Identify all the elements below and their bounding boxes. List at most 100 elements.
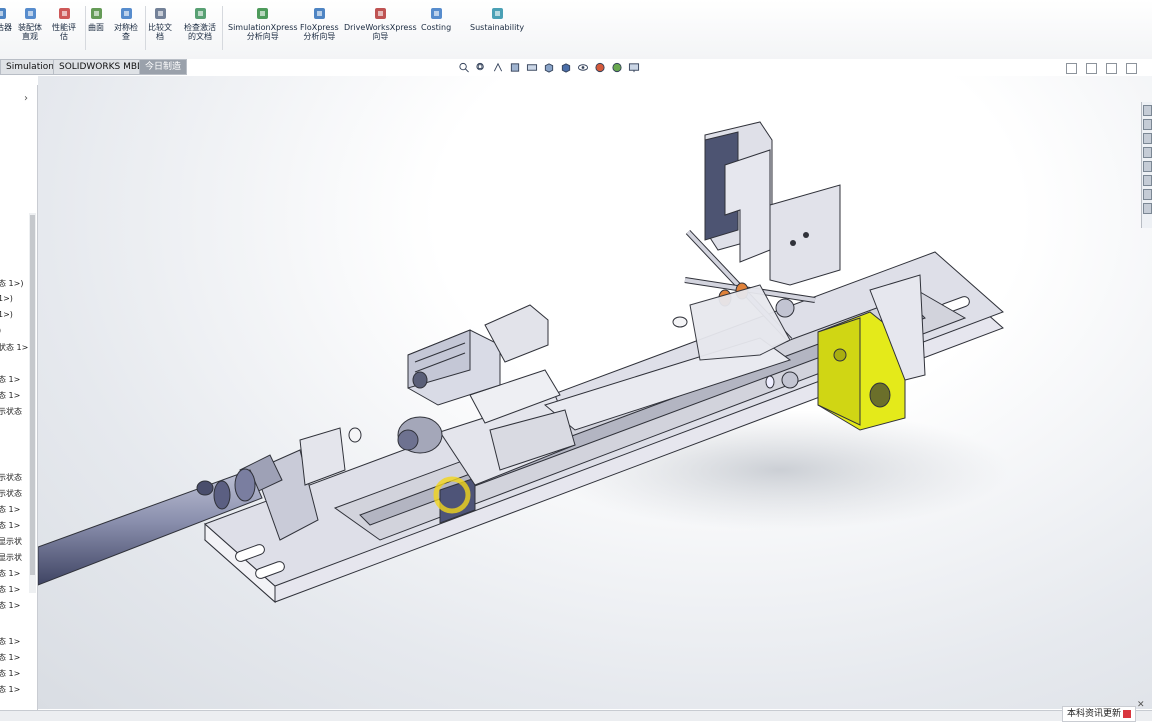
ribbon-button-floxpress[interactable]: FloXpress 分析向导	[300, 6, 339, 41]
ribbon-button-label: 评估器	[0, 23, 12, 32]
tile-horizontal-icon[interactable]	[1066, 63, 1077, 74]
tree-item[interactable]: 态 1>	[0, 568, 20, 579]
ribbon-button-label: SimulationXpress 分析向导	[228, 23, 298, 41]
resources-icon[interactable]	[1143, 119, 1152, 130]
ribbon-button-label: FloXpress 分析向导	[300, 23, 339, 41]
tree-item[interactable]: 态 1>	[0, 668, 20, 679]
file-explorer-icon[interactable]	[1143, 147, 1152, 158]
display-style-icon[interactable]	[560, 62, 572, 73]
ribbon-button-label: 装配体 直观	[18, 23, 42, 41]
view-palette-icon[interactable]	[1143, 161, 1152, 172]
notification-close-icon[interactable]: ✕	[1137, 700, 1145, 710]
ribbon-button-surface[interactable]: 曲面	[88, 6, 104, 32]
scrollbar-thumb[interactable]	[30, 215, 35, 575]
tree-item[interactable]: 态 1>	[0, 652, 20, 663]
graphics-viewport[interactable]	[38, 76, 1152, 709]
tree-item[interactable]: 示状态	[0, 406, 22, 417]
ribbon-button-label: 性能评 估	[52, 23, 76, 41]
tree-item[interactable]: 示状态	[0, 488, 22, 499]
ribbon-button-label: Costing	[421, 23, 452, 32]
surface-icon	[90, 8, 102, 19]
expand-chevron-icon[interactable]: ›	[24, 93, 28, 104]
tree-item[interactable]: 示状态	[0, 472, 22, 483]
tree-item[interactable]: 态 1>	[0, 520, 20, 531]
tree-item[interactable]: 态 1>	[0, 684, 20, 695]
heads-up-view-toolbar	[458, 62, 640, 73]
ribbon-button-label: 检查激活 的文档	[184, 23, 216, 41]
tab-simulation[interactable]: Simulation	[0, 59, 60, 75]
apply-scene-icon[interactable]	[611, 62, 623, 73]
simulationxpress-icon	[257, 8, 269, 19]
zoom-to-fit-icon[interactable]	[458, 62, 470, 73]
notification-badge-icon	[1123, 709, 1132, 718]
section-view-icon[interactable]	[509, 62, 521, 73]
tab-today-manufacturing[interactable]: 今日制造	[139, 59, 188, 75]
ribbon-separator	[145, 6, 146, 50]
tree-item[interactable]: 态 1>	[0, 390, 20, 401]
tree-item[interactable]: 1>)	[0, 294, 13, 303]
appearances-icon[interactable]	[1143, 175, 1152, 186]
tree-item[interactable]: 态 1>	[0, 600, 20, 611]
notification-text: 本科资讯更新	[1067, 709, 1122, 719]
design-library-icon[interactable]	[1143, 133, 1152, 144]
ribbon-button-simulationxpress[interactable]: SimulationXpress 分析向导	[228, 6, 298, 41]
ribbon-button-label: DriveWorksXpress 向导	[344, 23, 417, 41]
dynamic-annotation-icon[interactable]	[526, 62, 538, 73]
task-pane-tabs	[1141, 102, 1152, 228]
ribbon-button-label: 比较文 档	[148, 23, 172, 41]
tree-item[interactable]: 态 1>	[0, 636, 20, 647]
tree-item[interactable]: 态 1>	[0, 504, 20, 515]
tree-item[interactable]: 显示状	[0, 536, 22, 547]
zoom-to-area-icon[interactable]	[475, 62, 487, 73]
tree-item[interactable]: 态 1>)	[0, 278, 23, 289]
symmetry-check-icon	[120, 8, 132, 19]
tree-item[interactable]: 1>)	[0, 310, 13, 319]
ribbon-button-driveworksxpress[interactable]: DriveWorksXpress 向导	[344, 6, 417, 41]
ribbon-separator	[85, 6, 86, 50]
tree-item[interactable]: 态 1>	[0, 374, 20, 385]
status-bar	[0, 710, 1152, 721]
hide-show-items-icon[interactable]	[577, 62, 589, 73]
ribbon-button-sustainability[interactable]: Sustainability	[470, 6, 524, 32]
ribbon-button-performance-evaluation[interactable]: 性能评 估	[52, 6, 76, 41]
tree-item[interactable]: 显示状	[0, 552, 22, 563]
tree-scrollbar[interactable]	[29, 213, 36, 593]
tree-item[interactable]: 状态 1>	[0, 342, 28, 353]
ribbon-button-check-active-document[interactable]: 检查激活 的文档	[184, 6, 216, 41]
vertical-column[interactable]	[704, 121, 841, 286]
driveworksxpress-icon	[374, 8, 386, 19]
evaluator-icon	[0, 8, 6, 19]
ribbon-button-compare-documents[interactable]: 比较文 档	[148, 6, 172, 41]
view-orientation-icon[interactable]	[543, 62, 555, 73]
restore-icon[interactable]	[1106, 63, 1117, 74]
ribbon-button-label: 曲面	[88, 23, 104, 32]
tree-item[interactable]: 态 1>	[0, 584, 20, 595]
tree-item[interactable]: )	[0, 326, 1, 335]
sustainability-icon	[491, 8, 503, 19]
custom-properties-icon[interactable]	[1143, 189, 1152, 200]
ribbon-button-symmetry-check[interactable]: 对称检 查	[114, 6, 138, 41]
tab-solidworks-mbd[interactable]: SOLIDWORKS MBD	[53, 59, 150, 75]
home-icon[interactable]	[1143, 105, 1152, 116]
check-active-document-icon	[194, 8, 206, 19]
close-icon[interactable]	[1126, 63, 1137, 74]
viewport-window-controls	[1066, 63, 1137, 74]
view-settings-icon[interactable]	[628, 62, 640, 73]
assembly-model[interactable]	[38, 76, 1152, 709]
costing-icon	[430, 8, 442, 19]
tile-vertical-icon[interactable]	[1086, 63, 1097, 74]
ribbon-button-assembly-visualization[interactable]: 装配体 直观	[18, 6, 42, 41]
forum-icon[interactable]	[1143, 203, 1152, 214]
ribbon-button-costing[interactable]: Costing	[421, 6, 451, 32]
previous-view-icon[interactable]	[492, 62, 504, 73]
edit-appearance-icon[interactable]	[594, 62, 606, 73]
floxpress-icon	[313, 8, 325, 19]
ribbon-button-label: Sustainability	[470, 23, 525, 32]
ribbon-button-label: 对称检 查	[114, 23, 138, 41]
ribbon-button-evaluator[interactable]: 评估器	[0, 6, 12, 32]
assembly-visualization-icon	[24, 8, 36, 19]
command-ribbon: 评估器装配体 直观性能评 估 曲面 对称检 查比较文 档检查激活 的文档 Simula…	[0, 0, 1152, 60]
compare-documents-icon	[154, 8, 166, 19]
ribbon-separator	[222, 6, 223, 50]
performance-evaluation-icon	[58, 8, 70, 19]
